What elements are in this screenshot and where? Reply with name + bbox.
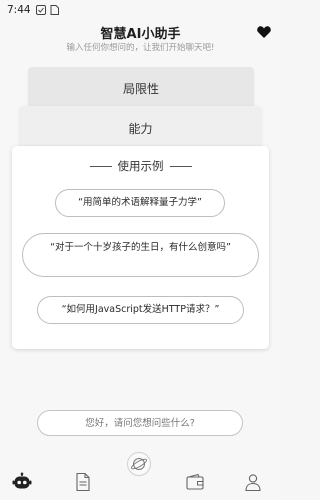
status-bar: 7:44 bbox=[0, 0, 281, 22]
limitations-card-title: 局限性 bbox=[122, 82, 159, 96]
example-prompt-quantum[interactable]: “用简单的术语解释量子力学” bbox=[55, 189, 225, 217]
sim-icon bbox=[50, 5, 59, 15]
divider-right bbox=[169, 166, 192, 167]
examples-heading: 使用示例 bbox=[12, 158, 269, 174]
example-prompt-birthday[interactable]: “对于一个十岁孩子的生日，有什么创意吗” bbox=[22, 233, 259, 277]
robot-icon[interactable] bbox=[12, 472, 32, 492]
page-subtitle: 输入任何你想问的，让我们开始聊天吧! bbox=[66, 43, 215, 53]
examples-card: 使用示例 “用简单的术语解释量子力学” “对于一个十岁孩子的生日，有什么创意吗”… bbox=[12, 146, 269, 349]
capabilities-card-title: 能力 bbox=[128, 122, 153, 136]
chat-input[interactable] bbox=[37, 410, 243, 436]
document-icon[interactable] bbox=[73, 472, 93, 492]
limitations-card[interactable]: 局限性 bbox=[28, 67, 254, 111]
planet-icon[interactable] bbox=[127, 452, 151, 476]
example-prompt-http[interactable]: “如何用JavaScript发送HTTP请求？” bbox=[37, 296, 244, 324]
divider-left bbox=[89, 166, 112, 167]
notification-icon bbox=[36, 5, 46, 15]
person-icon[interactable] bbox=[243, 472, 263, 492]
wallet-icon[interactable] bbox=[185, 472, 205, 492]
heart-icon[interactable] bbox=[256, 24, 272, 40]
status-time: 7:44 bbox=[7, 4, 31, 16]
app-screen: 7:44 智慧AI小助手 输入任何你想问的，让我们开始聊天吧! 局限性 能力 使… bbox=[0, 0, 281, 500]
examples-heading-text: 使用示例 bbox=[117, 159, 164, 173]
page-title: 智慧AI小助手 bbox=[100, 27, 181, 42]
